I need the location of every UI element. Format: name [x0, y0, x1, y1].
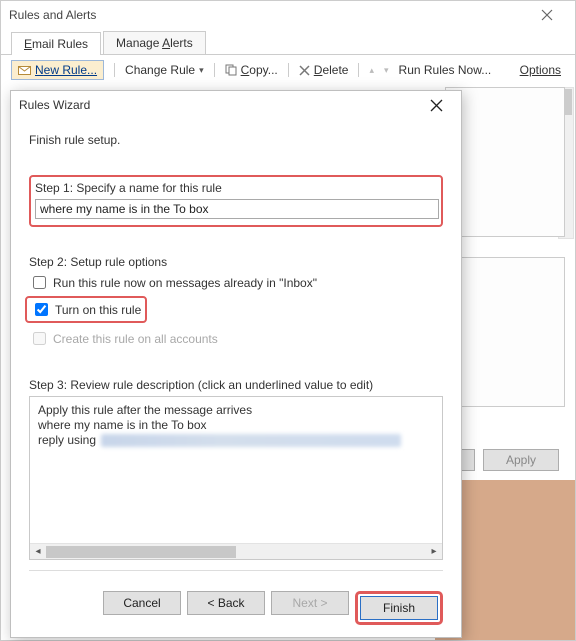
toolbar-label: Copy...: [241, 63, 278, 77]
scroll-track[interactable]: [46, 545, 426, 559]
step3-label: Step 3: Review rule description (click a…: [29, 378, 443, 392]
rules-wizard-dialog: Rules Wizard Finish rule setup. Step 1: …: [10, 90, 462, 638]
toolbar-label: Delete: [314, 63, 349, 77]
tab-label: Email Rules: [24, 37, 88, 51]
parent-title: Rules and Alerts: [9, 8, 527, 22]
wizard-button-row: Cancel < Back Next > Finish: [11, 591, 461, 637]
divider: [29, 570, 443, 571]
redacted-value[interactable]: [101, 434, 401, 447]
copy-icon: [225, 64, 237, 76]
chevron-down-icon: ▾: [199, 65, 204, 76]
parent-titlebar[interactable]: Rules and Alerts: [1, 1, 575, 29]
delete-button[interactable]: Delete: [299, 63, 349, 77]
checkbox-label: Turn on this rule: [55, 303, 141, 317]
rule-description-box[interactable]: Apply this rule after the message arrive…: [29, 396, 443, 560]
desc-line: reply using: [38, 433, 434, 447]
checkbox[interactable]: [35, 303, 48, 316]
toolbar-label: New Rule...: [35, 63, 97, 77]
background-lists: [445, 87, 565, 427]
toolbar-label: Run Rules Now...: [399, 63, 492, 77]
turn-on-highlight: Turn on this rule: [25, 296, 147, 323]
tab-label: Manage Alerts: [116, 36, 193, 50]
step1-label: Step 1: Specify a name for this rule: [35, 181, 437, 195]
close-icon[interactable]: [419, 94, 453, 116]
toolbar: New Rule... Change Rule ▾ Copy... Delete…: [1, 55, 575, 85]
separator: [288, 63, 289, 77]
instruction-text: Finish rule setup.: [29, 133, 443, 147]
desc-line: Apply this rule after the message arrive…: [38, 403, 434, 417]
scroll-left-icon[interactable]: ◂: [30, 545, 46, 559]
options-button[interactable]: Options: [520, 63, 561, 77]
step2-label: Step 2: Setup rule options: [29, 255, 443, 269]
new-rule-icon: [18, 65, 31, 76]
tabs: Email Rules Manage Alerts: [1, 29, 575, 55]
toolbar-label: Change Rule: [125, 63, 195, 77]
copy-button[interactable]: Copy...: [225, 63, 278, 77]
rule-description: [445, 257, 565, 407]
checkbox-label: Create this rule on all accounts: [53, 332, 218, 346]
next-button: Next >: [271, 591, 349, 615]
new-rule-button[interactable]: New Rule...: [11, 60, 104, 80]
step1-highlight: Step 1: Specify a name for this rule: [29, 175, 443, 227]
finish-button[interactable]: Finish: [360, 596, 438, 620]
wizard-titlebar[interactable]: Rules Wizard: [11, 91, 461, 119]
move-up-icon[interactable]: ▴: [369, 65, 374, 76]
desc-text: reply using: [38, 433, 96, 447]
checkbox[interactable]: [33, 276, 46, 289]
apply-button[interactable]: Apply: [483, 449, 559, 471]
scroll-thumb[interactable]: [46, 546, 236, 558]
back-button[interactable]: < Back: [187, 591, 265, 615]
rule-name-input[interactable]: [35, 199, 439, 219]
close-icon[interactable]: [527, 3, 567, 27]
checkbox-label: Run this rule now on messages already in…: [53, 276, 317, 290]
delete-icon: [299, 65, 310, 76]
finish-highlight: Finish: [355, 591, 443, 625]
wizard-title: Rules Wizard: [19, 98, 419, 112]
turn-on-checkbox[interactable]: Turn on this rule: [31, 300, 141, 319]
run-rules-button[interactable]: Run Rules Now...: [399, 63, 492, 77]
move-down-icon[interactable]: ▾: [384, 65, 389, 76]
run-now-checkbox[interactable]: Run this rule now on messages already in…: [29, 273, 443, 292]
separator: [114, 63, 115, 77]
scroll-right-icon[interactable]: ▸: [426, 545, 442, 559]
separator: [358, 63, 359, 77]
tab-email-rules[interactable]: Email Rules: [11, 32, 101, 55]
change-rule-button[interactable]: Change Rule ▾: [125, 63, 204, 77]
desc-line: where my name is in the To box: [38, 418, 434, 432]
all-accounts-checkbox: Create this rule on all accounts: [29, 329, 443, 348]
rules-list: [445, 87, 565, 237]
separator: [214, 63, 215, 77]
tab-manage-alerts[interactable]: Manage Alerts: [103, 31, 206, 54]
cancel-button[interactable]: Cancel: [103, 591, 181, 615]
horizontal-scrollbar[interactable]: ◂ ▸: [30, 543, 442, 559]
checkbox: [33, 332, 46, 345]
